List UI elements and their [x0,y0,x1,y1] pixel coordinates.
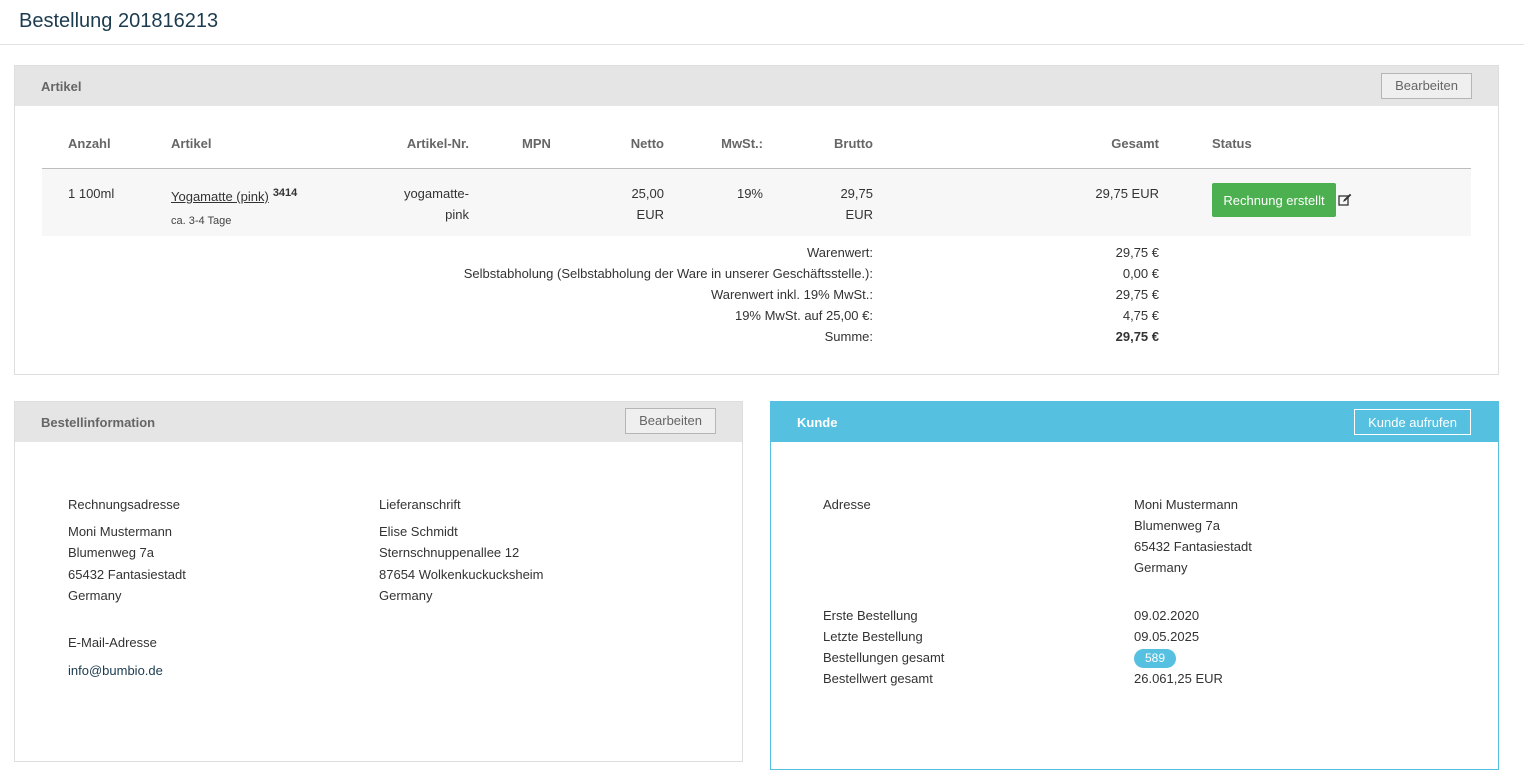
column-header-article: Artikel [171,136,212,151]
summary-value-goods-incl-vat: 29,75 € [1115,287,1159,302]
delivery-time: ca. 3-4 Tage [171,215,232,227]
customer-panel-header: Kunde Kunde aufrufen [771,402,1498,442]
customer-address-street: Blumenweg 7a [1134,518,1220,533]
order-value-total-value: 26.061,25 EUR [1134,671,1223,686]
first-order-value: 09.02.2020 [1134,608,1200,623]
summary-value-vat: 4,75 € [1122,308,1159,323]
billing-address-title: Rechnungsadresse [68,497,181,512]
row-qty: 1 100ml [68,186,115,201]
orders-total-cell: 589 [1134,647,1177,669]
summary-label-goods: Warenwert: [807,245,873,260]
article-id: 3414 [272,187,298,199]
articles-edit-button[interactable]: Bearbeiten [1381,73,1472,99]
summary-value-pickup: 0,00 € [1122,266,1159,281]
open-customer-button[interactable]: Kunde aufrufen [1354,409,1471,435]
order-info-panel-title: Bestellinformation [41,415,156,430]
column-header-mpn: MPN [522,136,551,151]
summary-value-total: 29,75 € [1115,329,1159,344]
order-info-panel-header: Bestellinformation Bearbeiten [15,402,742,442]
email-link[interactable]: info@bumbio.de [68,660,163,682]
page-title: Bestellung 201816213 [19,10,219,32]
customer-address-country: Germany [1134,560,1188,575]
customer-panel: Kunde Kunde aufrufen [770,401,1499,770]
row-vat: 19% [736,186,763,201]
orders-total-label: Bestellungen gesamt [823,650,945,665]
email-title: E-Mail-Adresse [68,635,157,650]
article-link[interactable]: Yogamatte (pink) [171,189,269,204]
row-article-cell: Yogamatte (pink) 3414 [171,186,297,209]
last-order-value: 09.05.2025 [1134,629,1200,644]
shipping-address-street: Sternschnuppenallee 12 [379,545,520,560]
customer-address-label: Adresse [823,497,871,512]
status-invoice-button[interactable]: Rechnung erstellt [1212,183,1336,217]
shipping-address-country: Germany [379,588,433,603]
customer-address-name: Moni Mustermann [1134,497,1239,512]
shipping-address-title: Lieferanschrift [379,497,461,512]
column-header-gross: Brutto [834,136,873,151]
billing-address-street: Blumenweg 7a [68,545,154,560]
column-header-article-no: Artikel-Nr. [406,136,469,151]
title-divider [0,44,1524,45]
summary-label-total: Summe: [824,329,873,344]
summary-value-goods: 29,75 € [1115,245,1159,260]
order-info-edit-button[interactable]: Bearbeiten [625,408,716,434]
orders-total-badge: 589 [1134,649,1177,668]
row-gross-value: 29,75 [840,186,873,201]
summary-label-vat: 19% MwSt. auf 25,00 €: [734,308,873,323]
billing-address-city: 65432 Fantasiestadt [68,567,186,582]
summary-label-goods-incl-vat: Warenwert inkl. 19% MwSt.: [710,287,873,302]
column-header-vat: MwSt.: [721,136,763,151]
articles-panel-title: Artikel [41,79,82,94]
row-gross-currency: EUR [845,207,873,222]
shipping-address-city: 87654 Wolkenkuckucksheim [379,567,544,582]
row-net-currency: EUR [636,207,664,222]
customer-panel-title: Kunde [797,415,838,430]
column-header-total: Gesamt [1111,136,1159,151]
row-total: 29,75 EUR [1095,186,1159,201]
shipping-address-name: Elise Schmidt [379,524,458,539]
billing-address-country: Germany [68,588,122,603]
column-header-net: Netto [630,136,664,151]
order-value-total-label: Bestellwert gesamt [823,671,933,686]
column-header-status: Status [1212,136,1252,151]
last-order-label: Letzte Bestellung [823,629,923,644]
column-header-qty: Anzahl [68,136,111,151]
customer-address-city: 65432 Fantasiestadt [1134,539,1252,554]
row-article-no-1: yogamatte- [403,186,469,201]
articles-panel-header: Artikel Bearbeiten [15,66,1498,106]
edit-icon[interactable] [1338,193,1352,207]
billing-address-name: Moni Mustermann [68,524,173,539]
row-article-no-2: pink [445,207,469,222]
summary-label-pickup: Selbstabholung (Selbstabholung der Ware … [463,266,873,281]
first-order-label: Erste Bestellung [823,608,918,623]
row-net-value: 25,00 [631,186,664,201]
